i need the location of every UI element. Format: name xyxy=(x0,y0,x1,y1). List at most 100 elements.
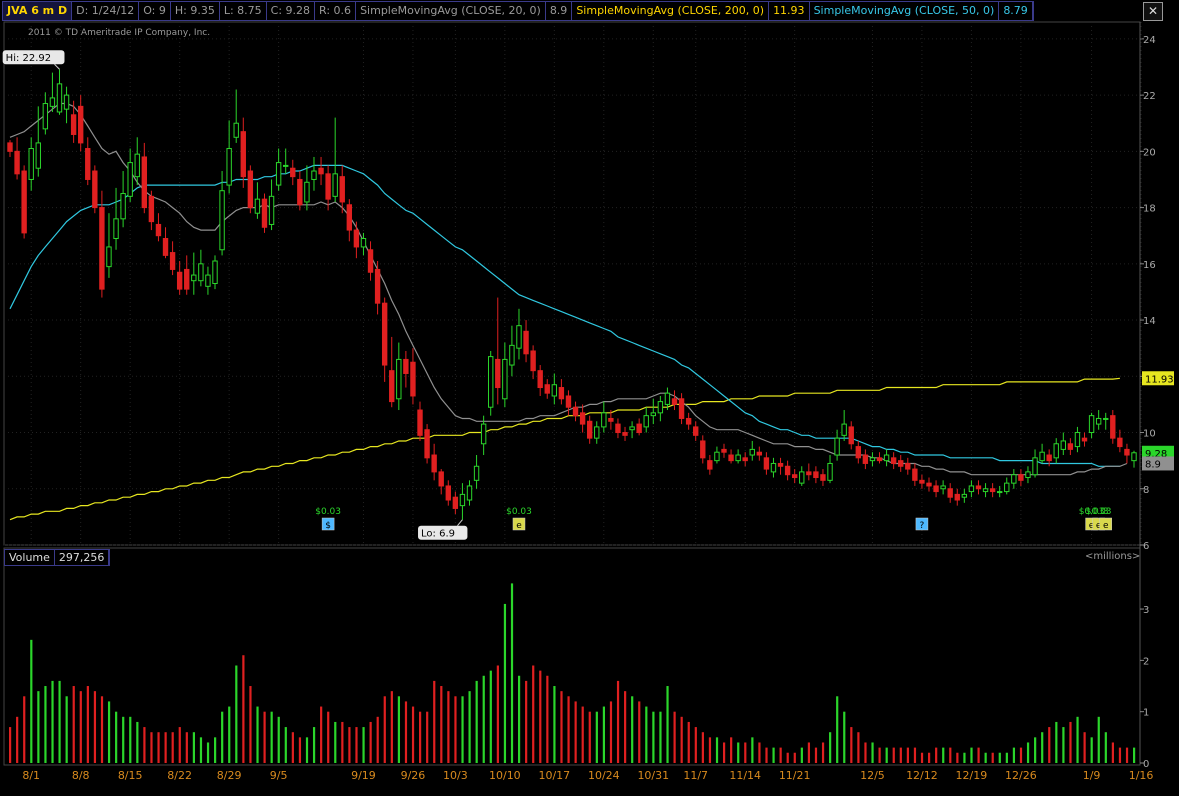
volume-bar xyxy=(517,675,521,763)
event-marker-glyph: ? xyxy=(920,521,925,531)
candle-body xyxy=(657,401,664,414)
candle-body xyxy=(275,162,282,186)
volume-bar xyxy=(157,732,160,763)
candle-body xyxy=(742,457,748,462)
candle-body xyxy=(283,164,289,167)
volume-bar xyxy=(722,742,726,763)
candle-body xyxy=(35,142,41,169)
price-tick-label: 24 xyxy=(1143,35,1156,46)
candle-body xyxy=(261,198,268,228)
candle-body xyxy=(530,350,536,372)
candle-body xyxy=(99,207,105,290)
volume-bar xyxy=(892,747,895,763)
volume-bar xyxy=(730,737,733,763)
volume-bar xyxy=(185,732,188,763)
candle-body xyxy=(466,485,473,501)
volume-bar xyxy=(758,742,761,763)
date-tick-label: 10/3 xyxy=(443,769,468,782)
volume-bar xyxy=(850,727,853,763)
volume-bar xyxy=(376,716,379,763)
volume-bar xyxy=(256,706,259,763)
volume-bar xyxy=(468,691,471,763)
volume-bar xyxy=(935,747,938,763)
date-tick-label: 10/10 xyxy=(489,769,521,782)
volume-bar xyxy=(369,721,372,763)
volume-bar xyxy=(16,716,19,763)
volume-bar xyxy=(857,732,860,763)
candle-body xyxy=(629,426,635,431)
volume-bar xyxy=(171,732,174,763)
volume-bar xyxy=(560,691,563,763)
candle-body xyxy=(905,462,911,470)
price-tick-label: 6 xyxy=(1143,541,1149,552)
volume-bar xyxy=(829,732,832,763)
volume-bar xyxy=(249,686,252,763)
candle-body xyxy=(700,440,706,459)
candle-body xyxy=(134,153,140,178)
volume-bar xyxy=(871,742,874,763)
volume-bar xyxy=(93,691,97,763)
volume-bar xyxy=(751,737,754,763)
candle-body xyxy=(28,148,34,180)
high-callout-label: Hi: 22.92 xyxy=(6,53,51,64)
volume-bar xyxy=(150,732,153,763)
candle-body xyxy=(268,195,275,225)
volume-bar xyxy=(920,752,924,763)
candle-body xyxy=(813,471,819,479)
volume-bar xyxy=(821,742,825,763)
volume-bar xyxy=(737,742,740,763)
candle-body xyxy=(799,471,805,484)
volume-bar xyxy=(864,742,867,763)
volume-bar xyxy=(221,711,224,763)
volume-bar xyxy=(1118,747,1122,763)
volume-bar xyxy=(164,732,167,763)
candle-body xyxy=(63,94,70,110)
volume-header: Volume 297,256 xyxy=(4,549,111,566)
candle-body xyxy=(523,330,529,355)
date-tick-label: 12/12 xyxy=(906,769,938,782)
price-tick-label: 16 xyxy=(1143,260,1156,271)
volume-bar xyxy=(970,747,973,763)
volume-bar xyxy=(701,732,704,763)
date-tick-label: 1/9 xyxy=(1083,769,1101,782)
dividend-label: 3 xyxy=(1103,507,1109,517)
volume-bar xyxy=(1055,721,1058,763)
volume-bar xyxy=(1111,742,1114,763)
volume-bar xyxy=(680,716,683,763)
volume-bar xyxy=(609,701,613,763)
candle-body xyxy=(770,462,777,473)
volume-bar xyxy=(1062,727,1065,763)
volume-bar xyxy=(86,686,89,763)
candle-body xyxy=(1067,443,1074,450)
candle-body xyxy=(346,204,353,231)
event-marker-glyph: e xyxy=(1103,521,1109,531)
volume-bar xyxy=(1083,732,1086,763)
candle-body xyxy=(233,122,239,138)
volume-bar xyxy=(433,680,436,763)
candle-body xyxy=(509,344,515,366)
volume-bar xyxy=(906,747,909,763)
volume-bar xyxy=(539,670,542,763)
volume-bar xyxy=(30,639,33,763)
candle-body xyxy=(1110,415,1116,439)
candle-body xyxy=(162,238,169,256)
volume-bar xyxy=(129,716,132,763)
volume-bar xyxy=(214,737,217,763)
candle-body xyxy=(459,493,466,507)
candle-body xyxy=(120,193,126,220)
date-tick-label: 12/5 xyxy=(860,769,885,782)
candle-body xyxy=(1131,452,1137,462)
volume-bar xyxy=(687,721,690,763)
volume-bar xyxy=(786,752,789,763)
price-volume-chart[interactable]: 68101214161820222401238/18/88/158/228/29… xyxy=(0,0,1179,796)
volume-bar xyxy=(263,711,266,763)
low-callout-pointer xyxy=(457,519,463,527)
candle-body xyxy=(940,485,946,490)
volume-bar xyxy=(942,747,945,763)
candle-body xyxy=(417,409,423,436)
volume-bar xyxy=(1125,747,1129,763)
volume-bar xyxy=(58,680,61,763)
volume-bar xyxy=(532,665,535,763)
volume-bar xyxy=(107,701,111,763)
volume-bar xyxy=(51,680,54,763)
